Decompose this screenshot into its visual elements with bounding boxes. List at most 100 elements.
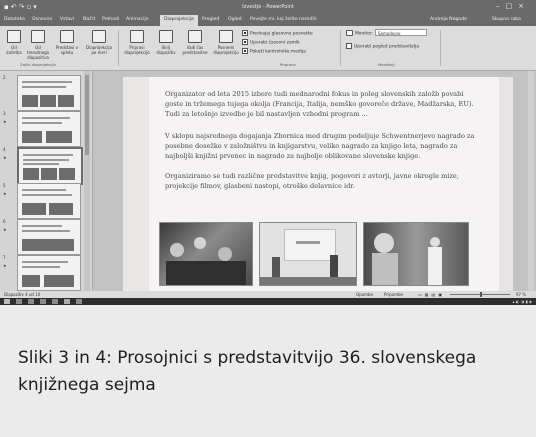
close-icon[interactable]: ×	[518, 2, 530, 10]
app-icon[interactable]	[76, 299, 82, 304]
hide-slide-button[interactable]: Skrij diapozitiv	[154, 30, 178, 62]
rehearse-timings-icon	[188, 30, 202, 43]
zoom-slider[interactable]	[450, 292, 510, 297]
scrollbar-thumb[interactable]	[85, 75, 89, 155]
presenter-view-checkbox[interactable]: Uporabi pogled predstavitelja	[346, 43, 419, 50]
transition-star-icon: ★	[3, 191, 7, 196]
from-beginning-button[interactable]: Od začetka	[3, 30, 25, 62]
tab-insert[interactable]: Vstavi	[60, 17, 74, 22]
checkbox-checked-icon	[242, 48, 248, 54]
slide-thumbnail[interactable]	[17, 75, 81, 111]
checkbox-unchecked-icon	[346, 43, 352, 49]
thumbnails-scrollbar[interactable]	[84, 71, 90, 291]
thumbnail-number: 7	[3, 255, 6, 260]
search-icon[interactable]	[16, 299, 22, 304]
group-label-start: Začni diaprojekcijo	[20, 62, 56, 67]
status-bar: Diapozitiv 4 od 10 Opombe Pripombe ▭▦▤▣ …	[0, 291, 536, 298]
from-current-button[interactable]: Od trenutnega diapozitiva	[25, 30, 51, 62]
slide-thumbnail[interactable]	[17, 111, 81, 147]
custom-show-icon	[92, 30, 106, 43]
notes-button[interactable]: Opombe	[356, 292, 373, 297]
group-separator	[440, 30, 441, 66]
account-name[interactable]: Andreja Nagode	[430, 17, 467, 22]
thumbnail-number: 5	[3, 183, 6, 188]
tab-home[interactable]: Osnovno	[32, 17, 52, 22]
thumbnail-number: 2	[3, 75, 6, 80]
transition-star-icon: ★	[3, 155, 7, 160]
tab-design[interactable]: Načrt	[83, 17, 95, 22]
slide-thumbnail[interactable]	[17, 219, 81, 255]
thumbnail-number: 6	[3, 219, 6, 224]
present-online-button[interactable]: Predstavi v spletu	[54, 30, 80, 62]
tab-view[interactable]: Ogled	[228, 17, 242, 22]
start-icon[interactable]	[4, 299, 10, 304]
minimize-icon[interactable]: –	[496, 2, 506, 10]
powerpoint-icon[interactable]	[64, 299, 70, 304]
group-separator	[118, 30, 119, 66]
tab-file[interactable]: Datoteka	[4, 17, 25, 22]
custom-show-button[interactable]: Diaprojekcija po meri	[84, 30, 114, 62]
slide-thumbnail[interactable]	[17, 183, 81, 219]
figure-caption: Sliki 3 in 4: Prosojnici s predstavitvij…	[18, 345, 536, 399]
play-current-icon	[31, 30, 45, 43]
zoom-level[interactable]: 97 %	[516, 292, 526, 297]
play-from-start-icon	[7, 30, 21, 43]
hide-slide-icon	[159, 30, 173, 43]
current-slide[interactable]: Organizator od leta 2015 izbere tudi med…	[123, 77, 513, 291]
setup-show-icon	[130, 30, 144, 43]
slide-editing-area: Organizator od leta 2015 izbere tudi med…	[93, 71, 536, 291]
transition-star-icon: ★	[3, 263, 7, 268]
slide-paragraph[interactable]: Organizator od leta 2015 izbere tudi med…	[165, 89, 495, 120]
transition-star-icon: ★	[3, 119, 7, 124]
tab-transitions[interactable]: Prehodi	[102, 17, 119, 22]
slide-decor-band	[499, 77, 513, 291]
share-button[interactable]: Skupna raba	[492, 17, 521, 22]
slide-photo-speaker[interactable]	[363, 222, 469, 286]
play-narrations-checkbox[interactable]: Predvajaj glasovne posnetke	[242, 30, 313, 37]
thumbnail-number: 4	[3, 147, 6, 152]
window-controls: –□×	[496, 2, 530, 10]
record-show-button[interactable]: Posnemi diaprojekcijo	[212, 30, 240, 62]
slide-photo-audience[interactable]	[159, 222, 253, 286]
tab-review[interactable]: Pregled	[202, 17, 219, 22]
powerpoint-screenshot: ▪↶↷▫▾ Izvestje - PowerPoint –□× Datoteka…	[0, 0, 536, 305]
thumbnail-number: 3	[3, 111, 6, 116]
group-label-monitors: Monitorji	[378, 62, 395, 67]
monitor-select[interactable]: Samodejno	[375, 29, 427, 36]
show-media-controls-checkbox[interactable]: Pokaži kontrolnike medija	[242, 48, 306, 55]
setup-show-button[interactable]: Pripravi diaprojekcijo	[122, 30, 152, 62]
slide-scrollbar[interactable]	[528, 71, 534, 291]
caption-line: knjižnega sejma	[18, 375, 156, 395]
browser-icon[interactable]	[52, 299, 58, 304]
slide-thumbnails-panel: 2 3 ★ 4 ★ 5 ★ 6 ★ 7 ★	[0, 71, 93, 291]
view-buttons[interactable]: ▭▦▤▣	[418, 292, 445, 297]
transition-star-icon: ★	[3, 227, 7, 232]
system-tray[interactable]: ▴ ◐ ◑ ▮ ◈	[513, 299, 532, 304]
record-show-icon	[219, 30, 233, 43]
slide-photo-stage[interactable]	[259, 222, 357, 286]
slide-decor-band	[123, 77, 149, 291]
slide-thumbnail[interactable]	[17, 255, 81, 291]
maximize-icon[interactable]: □	[506, 2, 519, 10]
caption-line: Sliki 3 in 4: Prosojnici s predstavitvij…	[18, 348, 477, 368]
window-title: Izvestje - PowerPoint	[242, 4, 294, 10]
slide-paragraph[interactable]: V sklopu najsrednega dogajanja Zbornica …	[165, 131, 495, 162]
group-separator	[340, 30, 341, 66]
rehearse-timings-button[interactable]: Vadi čas predstavitve	[180, 30, 210, 62]
ribbon-tabs: Datoteka Osnovno Vstavi Načrt Prehodi An…	[0, 14, 536, 26]
explorer-icon[interactable]	[40, 299, 46, 304]
present-online-icon	[60, 30, 74, 43]
use-timings-checkbox[interactable]: Uporabi časovni zamik	[242, 39, 300, 46]
ribbon-slideshow: Od začetka Od trenutnega diapozitiva Pre…	[0, 26, 536, 71]
group-label-setup: Priprava	[280, 62, 296, 67]
checkbox-checked-icon	[242, 30, 248, 36]
monitor-label: Monitor:	[346, 30, 373, 37]
taskview-icon[interactable]	[28, 299, 34, 304]
comments-button[interactable]: Pripombe	[384, 292, 403, 297]
tab-animations[interactable]: Animacije	[126, 17, 149, 22]
slide-paragraph[interactable]: Organiziramo se tudi različne predstavit…	[165, 171, 495, 191]
checkbox-checked-icon	[242, 39, 248, 45]
tell-me-search[interactable]: Povejte mi, kaj želite narediti	[250, 17, 317, 22]
tab-slideshow[interactable]: Diaprojekcija	[160, 15, 198, 26]
slide-thumbnail-selected[interactable]	[17, 147, 83, 185]
